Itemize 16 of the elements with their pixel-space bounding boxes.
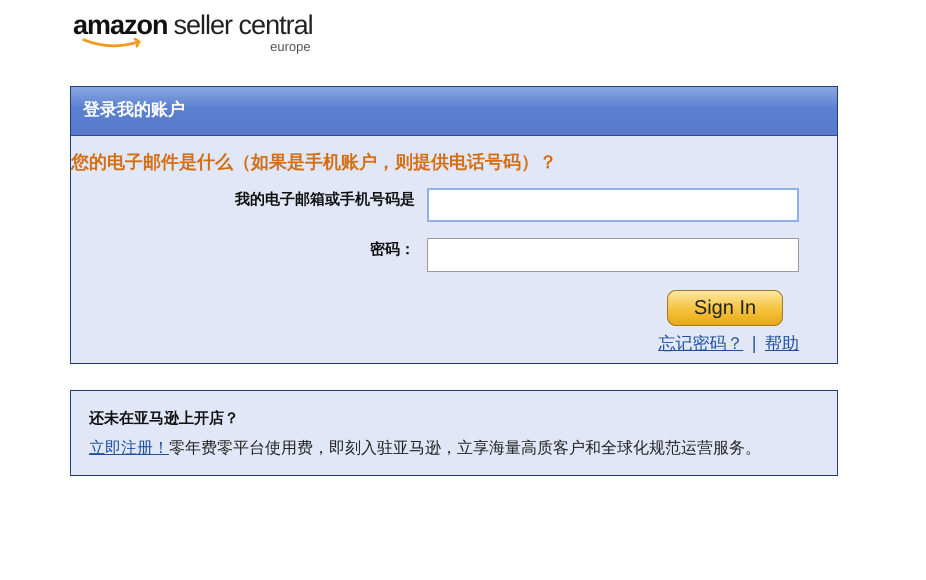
question-text: 您的电子邮件是什么（如果是手机账户，则提供电话号码）？	[71, 151, 558, 175]
email-field[interactable]	[427, 188, 799, 222]
field-label: 我的电子邮箱或手机号码是	[235, 190, 415, 209]
link-separator: |	[751, 334, 757, 354]
field-label: 密码：	[370, 240, 415, 259]
forgot-password-link[interactable]: 忘记密码？	[658, 332, 744, 355]
logo-product: seller central	[174, 10, 313, 40]
logo-brand: amazon	[73, 13, 168, 37]
password-field[interactable]	[427, 238, 799, 272]
signup-text: 立即注册！零年费零平台使用费，即刻入驻亚马逊，立享海量高质客户和全球化规范运营服务。	[89, 437, 762, 459]
panel-header: 登录我的账户	[71, 87, 837, 136]
signup-title: 还未在亚马逊上开店？	[89, 409, 240, 428]
logo-region: europe	[270, 40, 311, 54]
help-link[interactable]: 帮助	[765, 332, 799, 355]
register-link[interactable]: 立即注册！	[89, 438, 169, 457]
sign-in-button[interactable]: Sign In	[667, 290, 783, 326]
